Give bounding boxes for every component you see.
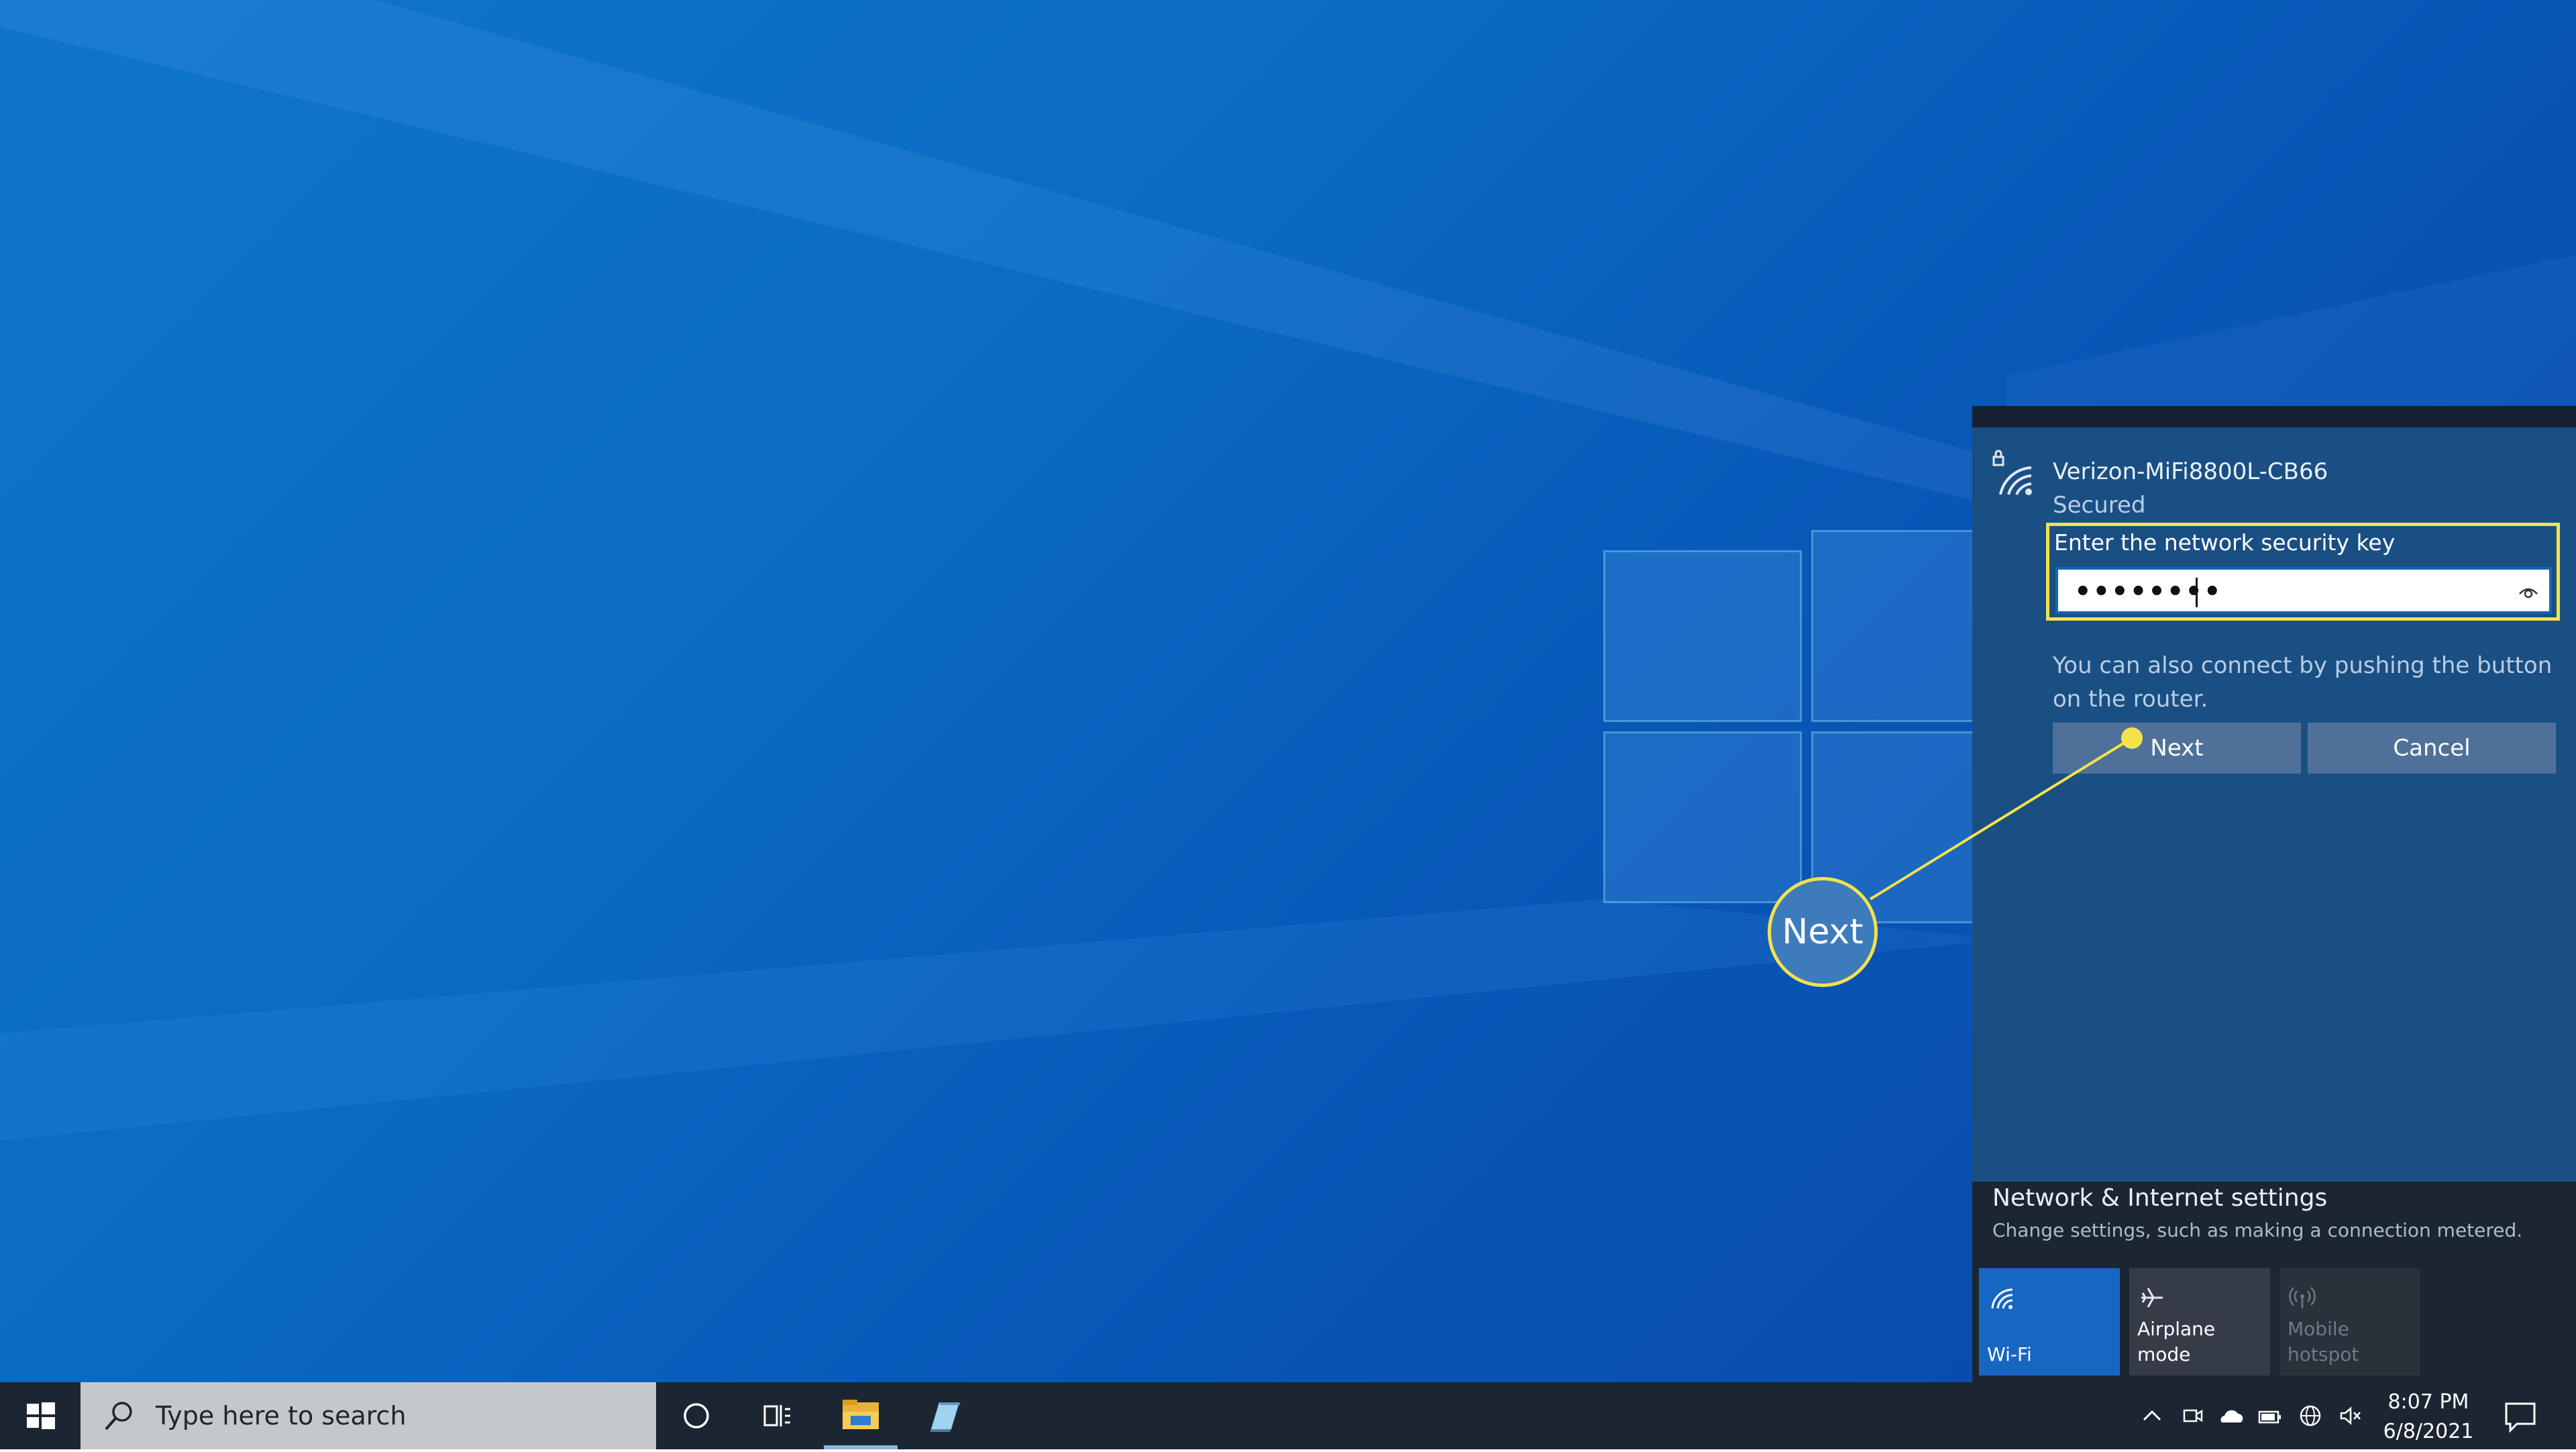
next-button[interactable]: Next bbox=[2053, 723, 2301, 774]
file-explorer-button[interactable] bbox=[824, 1382, 898, 1449]
wifi-icon bbox=[1991, 1288, 2013, 1309]
security-key-label: Enter the network security key bbox=[2054, 529, 2396, 556]
wps-hint-text: You can also connect by pushing the butt… bbox=[2053, 652, 2553, 713]
flyout-top-strip bbox=[1972, 406, 2576, 427]
active-app-indicator bbox=[824, 1445, 898, 1449]
clock-time[interactable]: 8:07 PM bbox=[2381, 1390, 2475, 1414]
windows-logo-wallpaper bbox=[1603, 497, 2010, 923]
cortana-icon bbox=[684, 1403, 709, 1429]
globe-network-icon[interactable] bbox=[2297, 1402, 2324, 1429]
pinned-app-button[interactable] bbox=[904, 1382, 985, 1449]
taskbar: Type here to search 8:07 PM 6/8/2021 bbox=[0, 1382, 2576, 1449]
app-icon bbox=[930, 1402, 961, 1432]
clock-date[interactable]: 6/8/2021 bbox=[2381, 1420, 2475, 1443]
eye-icon[interactable] bbox=[2518, 583, 2538, 601]
hotspot-tile-label: Mobile hotspot bbox=[2288, 1318, 2359, 1365]
task-view-icon bbox=[763, 1405, 790, 1427]
network-card: Verizon-MiFi8800L-CB66 Secured Enter the… bbox=[1972, 427, 2576, 1182]
network-status: Secured bbox=[2053, 492, 2146, 519]
logo-tile bbox=[1603, 550, 1802, 722]
search-icon bbox=[105, 1402, 132, 1431]
windows-logo-icon bbox=[27, 1402, 55, 1429]
wifi-toggle-tile[interactable]: Wi-Fi bbox=[1979, 1268, 2120, 1376]
battery-icon[interactable] bbox=[2257, 1402, 2284, 1429]
logo-tile bbox=[1603, 731, 1802, 903]
next-callout-badge: Next bbox=[1768, 877, 1878, 987]
text-caret bbox=[2196, 578, 2198, 607]
mobile-hotspot-tile[interactable]: Mobile hotspot bbox=[2279, 1268, 2420, 1376]
airplane-tile-label: Airplane mode bbox=[2137, 1318, 2216, 1365]
task-view-button[interactable] bbox=[737, 1382, 817, 1449]
security-key-input[interactable]: •••••••• bbox=[2055, 567, 2552, 614]
cortana-button[interactable] bbox=[656, 1382, 737, 1449]
wifi-lock-icon bbox=[1992, 450, 2032, 495]
airplane-icon bbox=[2141, 1288, 2163, 1308]
airplane-mode-tile[interactable]: Airplane mode bbox=[2129, 1268, 2270, 1376]
chevron-up-icon[interactable] bbox=[2139, 1402, 2165, 1429]
wifi-tile-label: Wi-Fi bbox=[1987, 1343, 2032, 1365]
hotspot-icon bbox=[2289, 1287, 2316, 1308]
cancel-button[interactable]: Cancel bbox=[2308, 723, 2556, 774]
security-key-value: •••••••• bbox=[2074, 576, 2222, 607]
meet-now-icon[interactable] bbox=[2179, 1402, 2206, 1429]
file-explorer-icon bbox=[843, 1400, 879, 1429]
start-button[interactable] bbox=[0, 1382, 80, 1449]
search-placeholder: Type here to search bbox=[156, 1401, 407, 1431]
network-flyout: Verizon-MiFi8800L-CB66 Secured Enter the… bbox=[1972, 406, 2576, 1382]
taskbar-search-box[interactable]: Type here to search bbox=[80, 1382, 656, 1449]
onedrive-icon[interactable] bbox=[2218, 1402, 2245, 1429]
network-name: Verizon-MiFi8800L-CB66 bbox=[2053, 458, 2328, 485]
action-center-icon[interactable] bbox=[2502, 1400, 2538, 1433]
volume-muted-icon[interactable] bbox=[2337, 1402, 2364, 1429]
network-settings-subtitle: Change settings, such as making a connec… bbox=[1992, 1219, 2523, 1241]
network-settings-link[interactable]: Network & Internet settings bbox=[1992, 1184, 2327, 1212]
